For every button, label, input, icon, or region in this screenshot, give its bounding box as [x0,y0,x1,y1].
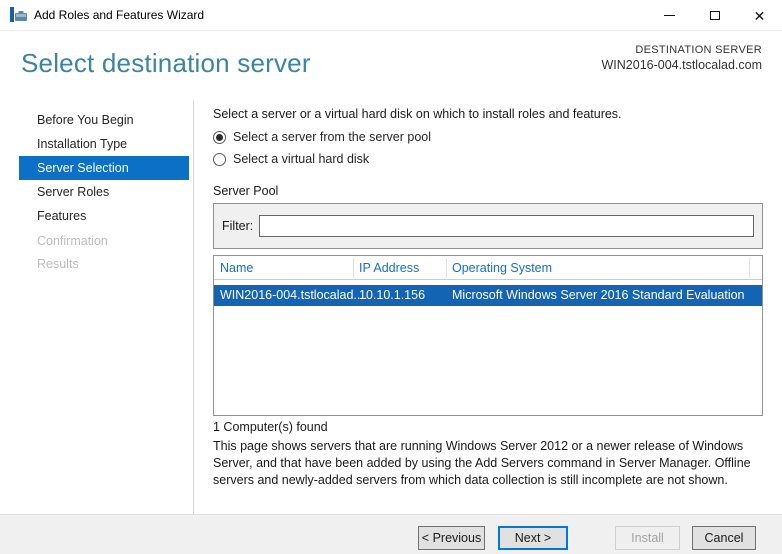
table-header-row: Name IP Address Operating System [214,256,762,280]
wizard-steps-sidebar: Before You Begin Installation Type Serve… [0,100,193,514]
install-button: Install [615,526,680,550]
title-bar: Add Roles and Features Wizard ✕ [0,0,782,31]
column-header-ip-address[interactable]: IP Address [359,256,419,280]
sidebar-divider [193,100,194,514]
radio-selected-icon [213,130,226,144]
filter-input[interactable] [259,215,754,237]
sidebar-item-results: Results [37,257,79,271]
radio-unselected-icon [213,152,226,166]
sidebar-item-confirmation: Confirmation [37,234,108,248]
filter-label: Filter: [222,219,254,233]
radio-label: Select a virtual hard disk [233,152,370,166]
cell-ip-address: 10.10.1.156 [359,288,426,302]
minimize-icon [664,15,675,16]
computers-found-count: 1 Computer(s) found [213,420,328,434]
server-pool-table: Name IP Address Operating System WIN2016… [213,255,763,416]
column-separator [749,258,750,278]
close-icon: ✕ [753,7,766,24]
cancel-button[interactable]: Cancel [692,526,756,550]
server-manager-icon [10,7,28,24]
sidebar-item-installation-type[interactable]: Installation Type [19,132,189,156]
page-header: Select destination server DESTINATION SE… [0,31,782,100]
filter-panel: Filter: [213,203,763,249]
page-title: Select destination server [21,48,311,78]
maximize-icon [709,11,720,20]
previous-button[interactable]: < Previous [418,526,485,550]
sidebar-item-server-roles[interactable]: Server Roles [19,180,189,204]
footer-bar: < Previous Next > Install Cancel [0,514,782,554]
column-separator [446,258,447,278]
window-title: Add Roles and Features Wizard [34,8,205,22]
destination-server-label: DESTINATION SERVER [635,44,762,56]
radio-label: Select a server from the server pool [233,130,431,144]
destination-server-block: DESTINATION SERVER WIN2016-004.tstlocala… [602,44,763,72]
column-header-name[interactable]: Name [220,256,253,280]
maximize-button[interactable] [692,0,737,31]
page-description: This page shows servers that are running… [213,439,751,487]
table-row-selected-server[interactable]: WIN2016-004.tstlocalad.... 10.10.1.156 M… [214,285,762,306]
window-controls: ✕ [647,0,782,31]
column-separator [353,258,354,278]
cell-server-name: WIN2016-004.tstlocalad.... [220,288,368,302]
wizard-window: Add Roles and Features Wizard ✕ Select d… [0,0,782,554]
column-header-operating-system[interactable]: Operating System [452,256,552,280]
destination-server-name: WIN2016-004.tstlocalad.com [601,58,763,72]
sidebar-item-features[interactable]: Features [19,204,189,228]
server-pool-heading: Server Pool [213,184,279,198]
sidebar-item-server-selection[interactable]: Server Selection [19,156,189,180]
intro-text: Select a server or a virtual hard disk o… [213,107,622,121]
minimize-button[interactable] [647,0,692,31]
cell-operating-system: Microsoft Windows Server 2016 Standard E… [452,288,745,302]
next-button[interactable]: Next > [498,526,568,550]
sidebar-item-before-you-begin[interactable]: Before You Begin [19,108,189,132]
radio-select-virtual-hard-disk[interactable]: Select a virtual hard disk [213,152,369,166]
close-button[interactable]: ✕ [737,0,782,31]
radio-select-server-pool[interactable]: Select a server from the server pool [213,130,431,144]
